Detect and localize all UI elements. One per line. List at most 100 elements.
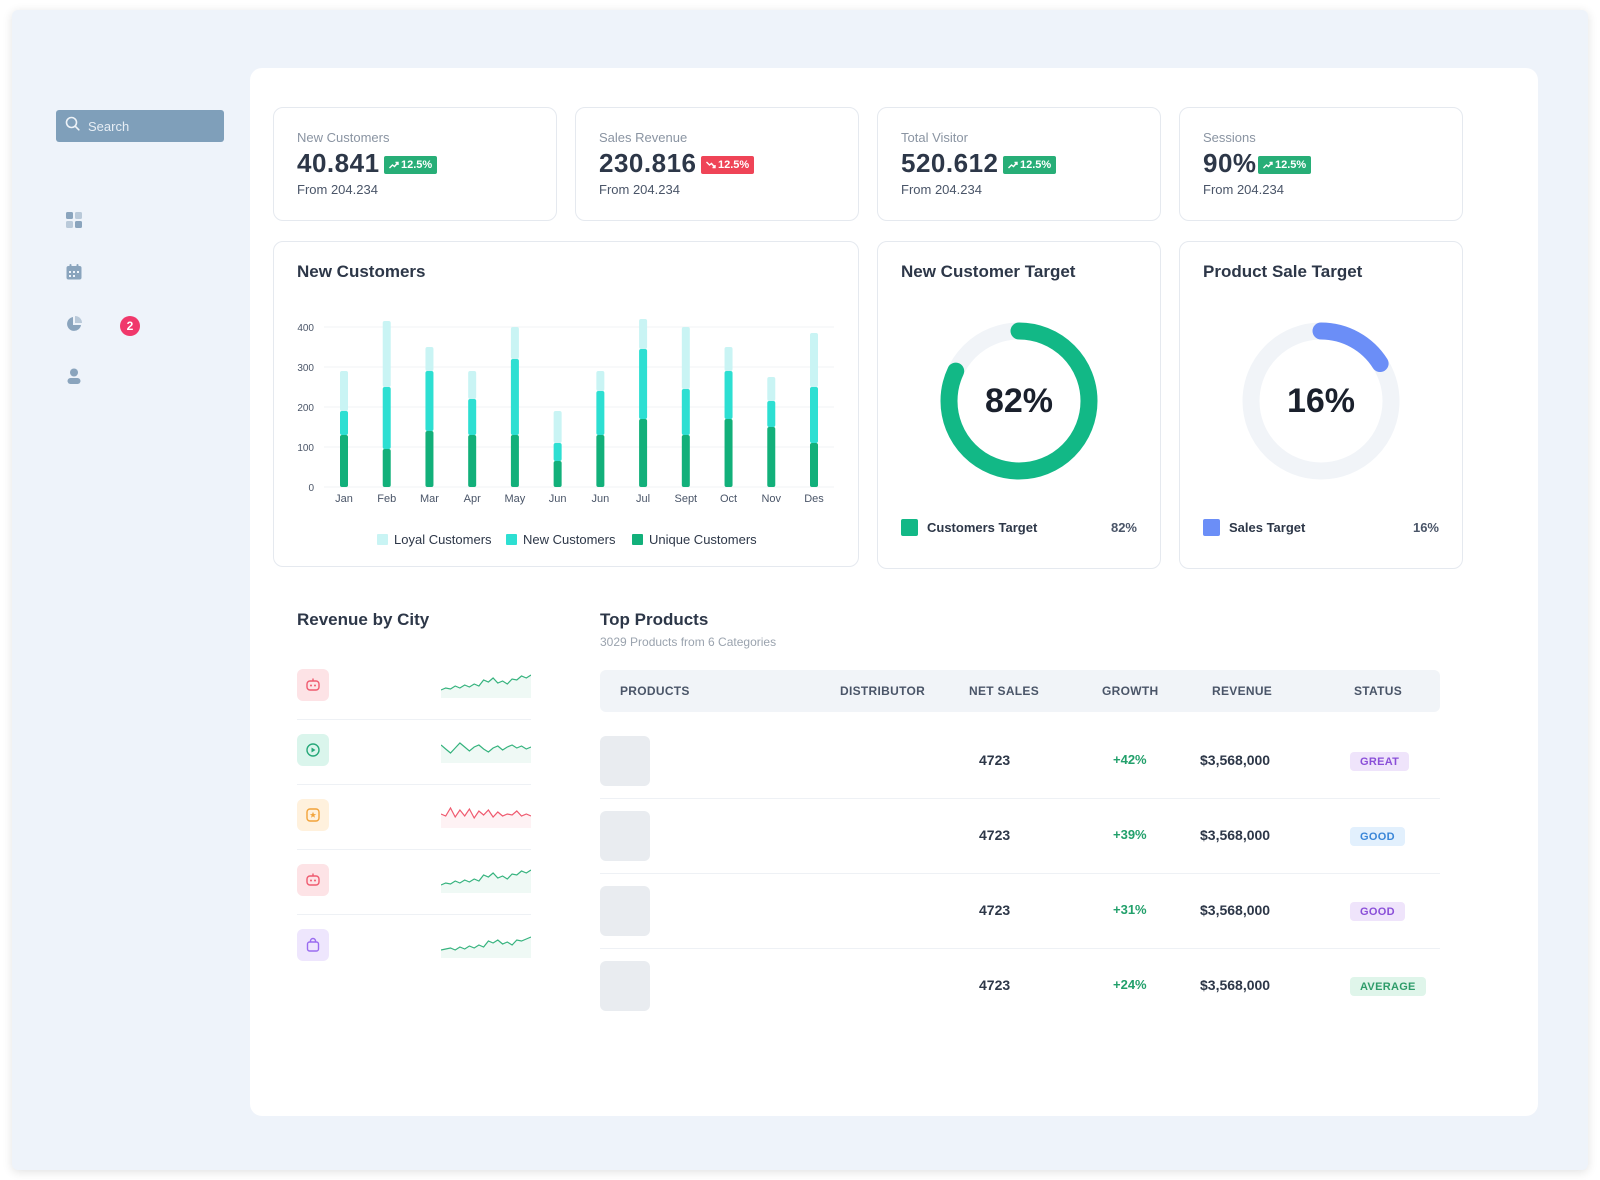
column-header[interactable]: REVENUE [1212,684,1272,698]
trend-up-icon [1263,161,1273,169]
trend-up-icon [1008,161,1018,169]
bar-loyal-customers[interactable] [767,377,776,401]
legend-swatch [377,534,388,545]
sales-target-donut: 16% [1240,320,1402,482]
stat-card-new-customers: New Customers 40.841 12.5% From 204.234 [273,107,557,221]
growth-cell: +42% [1113,752,1147,767]
trend-value: 12.5% [1020,159,1052,171]
y-tick-label: 300 [297,363,314,374]
sparkline [441,869,531,893]
legend-swatch [632,534,643,545]
product-thumbnail [600,811,650,861]
bar-unique-customers[interactable] [596,435,605,487]
bar-loyal-customers[interactable] [425,347,434,371]
bar-unique-customers[interactable] [425,431,434,487]
legend-label: Customers Target [927,520,1038,535]
bar-new-customers[interactable] [639,349,648,419]
y-tick-label: 100 [297,443,314,454]
city-row[interactable] [297,721,531,785]
city-row[interactable] [297,851,531,915]
sparkline [441,936,531,958]
stat-label: New Customers [297,130,390,145]
bar-new-customers[interactable] [340,411,348,435]
dashboard-icon[interactable] [64,210,84,230]
stat-subtext: From 204.234 [297,182,378,197]
bar-new-customers[interactable] [596,391,605,435]
bar-new-customers[interactable] [767,401,776,427]
column-header[interactable]: NET SALES [969,684,1039,698]
donut-legend: Customers Target [901,519,1037,536]
revenue-cell: $3,568,000 [1200,827,1271,843]
revenue-cell: $3,568,000 [1200,752,1271,768]
city-row[interactable] [297,656,531,720]
bar-new-customers[interactable] [810,387,818,443]
bar-loyal-customers[interactable] [340,371,348,411]
legend-label: Sales Target [1229,520,1306,535]
bar-loyal-customers[interactable] [382,321,391,387]
pie-chart-icon[interactable] [64,314,84,334]
bar-unique-customers[interactable] [553,461,562,487]
column-header[interactable]: STATUS [1354,684,1402,698]
table-row[interactable]: 4723 +39% $3,568,000 GOOD [600,799,1440,874]
user-icon[interactable] [64,366,84,386]
table-row[interactable]: 4723 +31% $3,568,000 GOOD [600,874,1440,949]
bar-unique-customers[interactable] [681,435,690,487]
legend-label: Loyal Customers [394,532,492,547]
bar-new-customers[interactable] [681,389,690,435]
column-header[interactable]: DISTRIBUTOR [840,684,925,698]
stat-label: Sessions [1203,130,1256,145]
city-row[interactable] [297,916,531,980]
table-row[interactable]: 4723 +42% $3,568,000 GREAT [600,724,1440,799]
bar-new-customers[interactable] [425,371,434,431]
bar-loyal-customers[interactable] [510,327,519,359]
bar-new-customers[interactable] [382,387,391,449]
stat-value: 90% [1203,148,1257,178]
x-tick-label: Des [804,493,824,505]
x-tick-label: Nov [761,493,781,505]
product-thumbnail [600,886,650,936]
bar-new-customers[interactable] [724,371,733,419]
stat-label: Total Visitor [901,130,968,145]
bar-loyal-customers[interactable] [724,347,733,371]
bar-new-customers[interactable] [510,359,519,435]
sparkline [441,742,531,763]
status-badge: GOOD [1350,827,1405,846]
calendar-icon[interactable] [64,262,84,282]
bar-loyal-customers[interactable] [553,411,562,443]
bar-unique-customers[interactable] [639,419,648,487]
status-badge: AVERAGE [1350,977,1426,996]
bar-unique-customers[interactable] [468,435,477,487]
bar-unique-customers[interactable] [810,443,818,487]
column-header[interactable]: GROWTH [1102,684,1158,698]
growth-cell: +24% [1113,977,1147,992]
search-input[interactable]: Search [56,110,224,142]
product-thumbnail [600,736,650,786]
bar-unique-customers[interactable] [724,419,733,487]
bar-unique-customers[interactable] [510,435,519,487]
card-title: Product Sale Target [1203,262,1363,281]
net-sales-cell: 4723 [979,752,1011,768]
table-row[interactable]: 4723 +24% $3,568,000 AVERAGE [600,949,1440,1024]
status-badge: GOOD [1350,902,1405,921]
stat-value: 520.612 [901,148,999,178]
bar-loyal-customers[interactable] [468,371,477,399]
trend-badge: 12.5% [1258,156,1312,174]
bar-unique-customers[interactable] [340,435,348,487]
bar-new-customers[interactable] [553,443,562,461]
bar-unique-customers[interactable] [767,427,776,487]
city-row[interactable] [297,786,531,850]
customer-target-donut: 82% [938,320,1100,482]
trend-badge: 12.5% [1003,156,1057,174]
bar-new-customers[interactable] [468,399,477,435]
bar-unique-customers[interactable] [382,449,391,487]
bar-loyal-customers[interactable] [596,371,605,391]
stat-subtext: From 204.234 [1203,182,1284,197]
x-tick-label: Oct [720,493,737,505]
column-header[interactable]: PRODUCTS [620,684,690,698]
bar-loyal-customers[interactable] [810,333,818,387]
legend-label: New Customers [523,532,616,547]
bar-loyal-customers[interactable] [681,327,690,389]
legend-unique: Unique Customers [632,532,757,547]
y-tick-label: 200 [297,403,314,414]
bar-loyal-customers[interactable] [639,319,648,349]
